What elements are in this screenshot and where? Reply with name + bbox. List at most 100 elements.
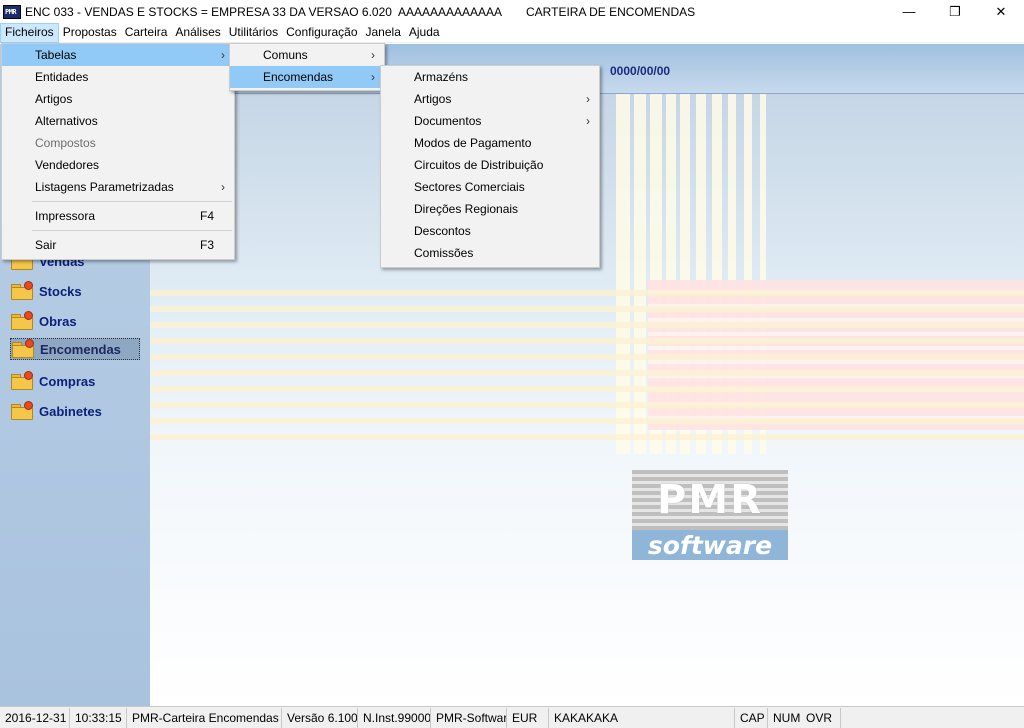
background-line bbox=[150, 354, 1024, 360]
module-encomendas[interactable]: Encomendas bbox=[10, 338, 140, 360]
menu-item-modos-pagamento[interactable]: Modos de Pagamento bbox=[381, 132, 599, 154]
menu-item-circuitos-distribuicao[interactable]: Circuitos de Distribuição bbox=[381, 154, 599, 176]
chevron-right-icon: › bbox=[221, 48, 225, 62]
folder-icon bbox=[11, 339, 37, 359]
menu-item-impressora[interactable]: Impressora F4 bbox=[2, 205, 234, 227]
module-label: Gabinetes bbox=[39, 403, 102, 419]
menu-item-direcoes-regionais[interactable]: Direções Regionais bbox=[381, 198, 599, 220]
menu-analises[interactable]: Análises bbox=[171, 23, 224, 43]
menu-item-artigos[interactable]: Artigos bbox=[2, 88, 234, 110]
restore-button[interactable]: ❐ bbox=[932, 0, 978, 23]
menu-janela[interactable]: Janela bbox=[362, 23, 405, 43]
status-date: 2016-12-31 bbox=[0, 707, 70, 728]
menu-item-label: Documentos bbox=[414, 114, 482, 128]
window-subtitle: CARTEIRA DE ENCOMENDAS bbox=[526, 4, 696, 19]
logo-software-text: software bbox=[647, 530, 773, 560]
status-module: PMR-Carteira Encomendas bbox=[127, 707, 282, 728]
module-gabinetes[interactable]: Gabinetes bbox=[10, 400, 102, 422]
app-icon[interactable]: PMR bbox=[3, 4, 21, 19]
menu-propostas[interactable]: Propostas bbox=[59, 23, 121, 43]
menu-item-label: Sair bbox=[35, 238, 57, 252]
menu-item-comissoes[interactable]: Comissões bbox=[381, 242, 599, 264]
logo-pmr-text: PMR bbox=[657, 477, 763, 523]
background-stripe bbox=[634, 94, 646, 454]
menu-item-label: Comuns bbox=[263, 48, 308, 62]
menu-separator bbox=[2, 227, 234, 234]
status-time: 10:33:15 bbox=[70, 707, 127, 728]
module-label: Compras bbox=[39, 373, 96, 389]
menu-item-label: Listagens Parametrizadas bbox=[35, 180, 174, 194]
tabelas-submenu: Comuns › Encomendas › bbox=[229, 43, 385, 91]
minimize-button[interactable]: — bbox=[886, 0, 932, 23]
app-icon-text: PMR bbox=[5, 7, 17, 16]
background-line bbox=[150, 290, 1024, 296]
module-compras[interactable]: Compras bbox=[10, 370, 95, 392]
menu-bar: Ficheiros Propostas Carteira Análises Ut… bbox=[0, 22, 1024, 43]
chevron-right-icon: › bbox=[371, 70, 375, 84]
menu-carteira[interactable]: Carteira bbox=[121, 23, 172, 43]
menu-utilitarios[interactable]: Utilitários bbox=[225, 23, 282, 43]
menu-item-documentos[interactable]: Documentos › bbox=[381, 110, 599, 132]
module-obras[interactable]: Obras bbox=[10, 310, 77, 332]
menu-item-vendedores[interactable]: Vendedores bbox=[2, 154, 234, 176]
title-bar: PMR ENC 033 - VENDAS E STOCKS = EMPRESA … bbox=[0, 0, 1024, 23]
menu-separator bbox=[2, 198, 234, 205]
background-line bbox=[150, 338, 1024, 344]
status-user: KAKAKAKA bbox=[549, 707, 735, 728]
status-ovr: OVR bbox=[801, 707, 841, 728]
chevron-right-icon: › bbox=[586, 92, 590, 106]
menu-item-listagens[interactable]: Listagens Parametrizadas › bbox=[2, 176, 234, 198]
folder-icon bbox=[10, 311, 36, 331]
menu-item-compostos: Compostos bbox=[35, 136, 96, 150]
module-stocks[interactable]: Stocks bbox=[10, 280, 82, 302]
menu-ficheiros[interactable]: Ficheiros bbox=[0, 22, 59, 43]
shortcut-label: F3 bbox=[199, 238, 214, 252]
module-label: Stocks bbox=[39, 283, 82, 299]
background-line bbox=[150, 306, 1024, 312]
toolbar-date: 0000/00/00 bbox=[610, 64, 671, 78]
chevron-right-icon: › bbox=[221, 180, 225, 194]
menu-item-label: Encomendas bbox=[263, 70, 334, 84]
folder-icon bbox=[10, 281, 36, 301]
menu-item-label: Impressora bbox=[35, 209, 96, 223]
menu-item-label: Artigos bbox=[414, 92, 452, 106]
menu-item-armazens[interactable]: Armazéns bbox=[381, 66, 599, 88]
folder-icon bbox=[10, 401, 36, 421]
module-label: Encomendas bbox=[40, 341, 121, 357]
background-line bbox=[150, 322, 1024, 328]
menu-ajuda[interactable]: Ajuda bbox=[405, 23, 444, 43]
background-line bbox=[150, 386, 1024, 392]
menu-item-entidades[interactable]: Entidades bbox=[2, 66, 234, 88]
status-version: Versão 6.100 bbox=[282, 707, 358, 728]
status-install: N.Inst.99000 bbox=[358, 707, 431, 728]
close-button[interactable]: ✕ bbox=[978, 0, 1024, 23]
encomendas-submenu: Armazéns Artigos › Documentos › Modos de P… bbox=[380, 65, 600, 268]
window-title: ENC 033 - VENDAS E STOCKS = EMPRESA 33 D… bbox=[25, 4, 502, 19]
menu-item-encomendas[interactable]: Encomendas › bbox=[230, 66, 384, 88]
status-num: NUM bbox=[773, 710, 801, 725]
menu-item-alternativos[interactable]: Alternativos bbox=[2, 110, 234, 132]
module-label: Obras bbox=[39, 313, 77, 329]
shortcut-label: F4 bbox=[199, 209, 214, 223]
ficheiros-menu: Tabelas › Entidades Artigos Alternativos … bbox=[1, 43, 235, 260]
menu-item-label: Tabelas bbox=[35, 48, 77, 62]
chevron-right-icon: › bbox=[586, 114, 590, 128]
menu-item-sectores-comerciais[interactable]: Sectores Comerciais bbox=[381, 176, 599, 198]
menu-item-sair[interactable]: Sair F3 bbox=[2, 234, 234, 256]
status-currency: EUR bbox=[507, 707, 549, 728]
menu-configuracao[interactable]: Configuração bbox=[282, 23, 361, 43]
status-bar: 2016-12-31 10:33:15 PMR-Carteira Encomen… bbox=[0, 706, 1024, 728]
background-line bbox=[150, 370, 1024, 376]
background-line bbox=[150, 418, 1024, 424]
status-company: PMR-Software bbox=[431, 707, 507, 728]
background-stripe bbox=[616, 94, 630, 454]
background-line bbox=[150, 434, 1024, 440]
folder-icon bbox=[10, 371, 36, 391]
menu-item-tabelas[interactable]: Tabelas › bbox=[2, 44, 234, 66]
status-cap: CAP bbox=[735, 707, 768, 728]
menu-item-descontos[interactable]: Descontos bbox=[381, 220, 599, 242]
background-line bbox=[150, 402, 1024, 408]
menu-item-artigos[interactable]: Artigos › bbox=[381, 88, 599, 110]
menu-item-comuns[interactable]: Comuns › bbox=[230, 44, 384, 66]
pmr-software-logo: PMR software bbox=[632, 470, 788, 562]
